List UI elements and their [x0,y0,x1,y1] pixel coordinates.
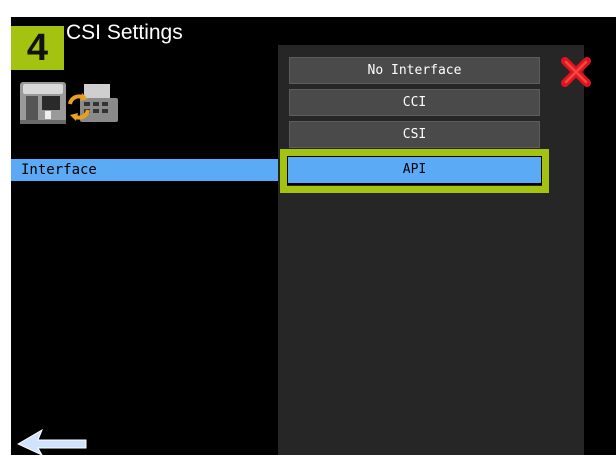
screen: 4 CSI Settings Interface No Interface CC… [0,0,616,457]
interface-setting-row[interactable]: Interface [11,159,289,181]
option-cci-button[interactable]: CCI [289,89,540,116]
option-api-button[interactable]: API [286,155,543,185]
page-title: CSI Settings [66,21,183,44]
option-no-interface-button[interactable]: No Interface [289,57,540,84]
back-arrow-icon[interactable] [16,428,88,457]
coffee-machine-and-register-icon [18,78,122,126]
option-csi-button[interactable]: CSI [289,121,540,148]
close-icon[interactable] [558,55,594,89]
step-badge: 4 [11,26,64,70]
